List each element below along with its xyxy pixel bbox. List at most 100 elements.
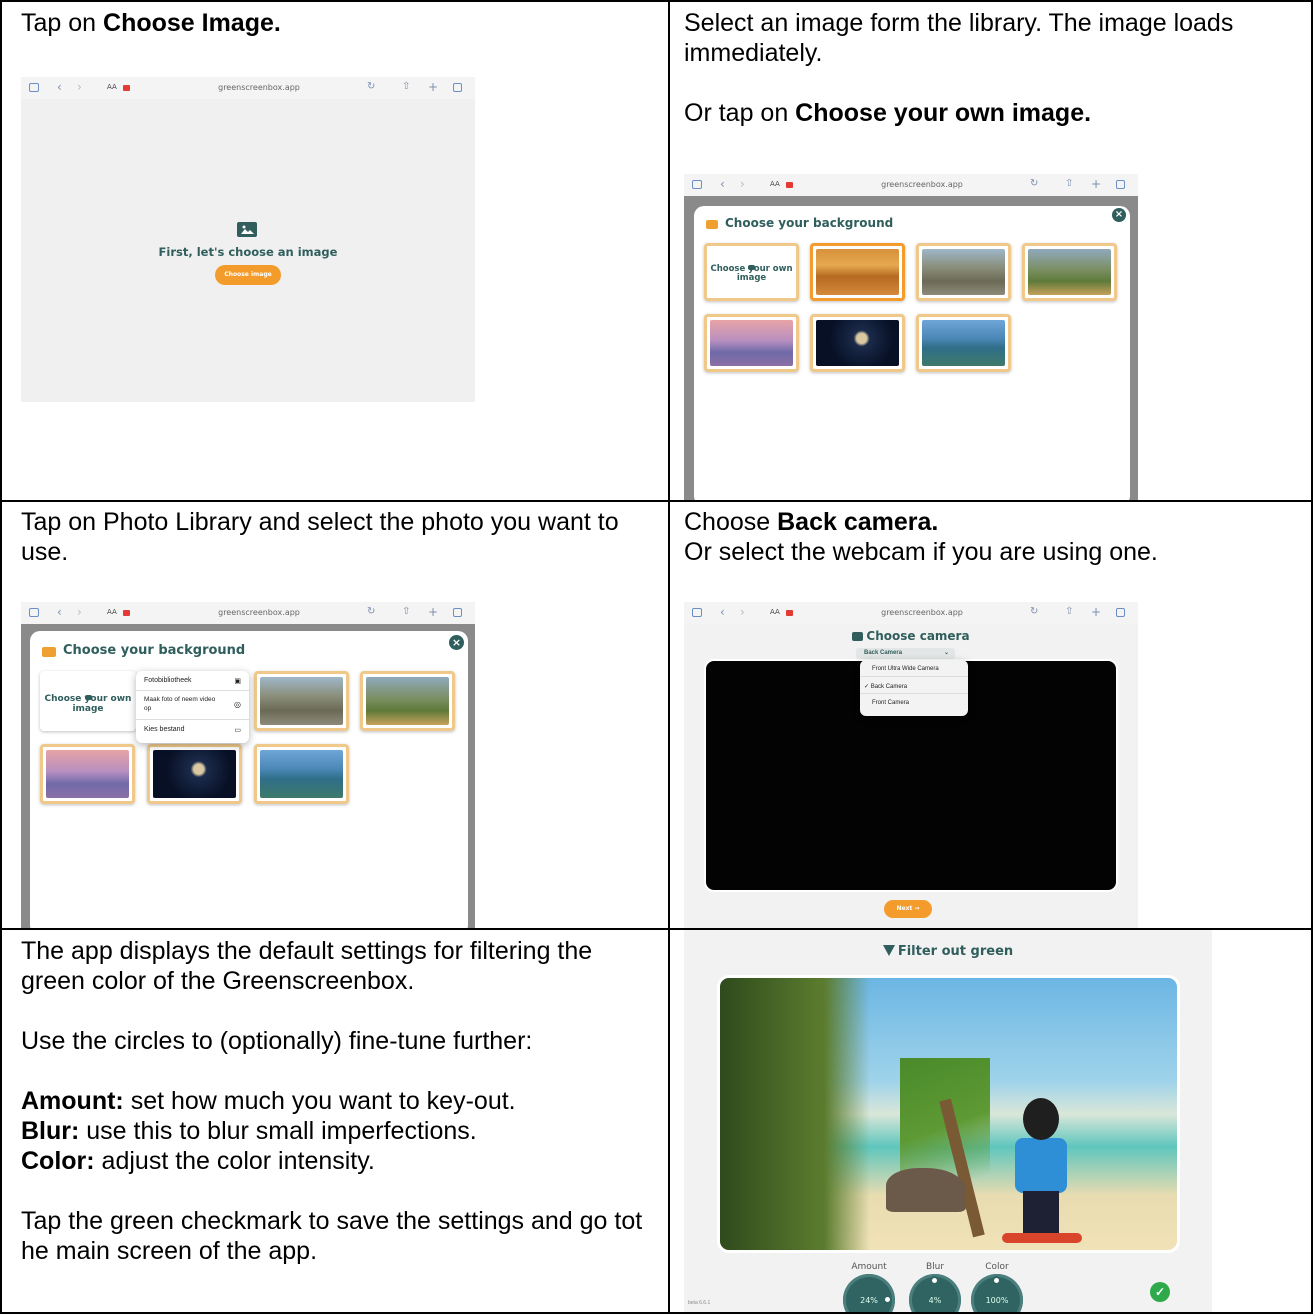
close-icon[interactable]: ×: [1112, 208, 1126, 222]
cell-2-para-2-bold: Choose your own image.: [795, 99, 1092, 127]
cell-5-text: The app displays the default settings fo…: [21, 936, 661, 1266]
color-knob[interactable]: [992, 1276, 1001, 1285]
menu-item-take-photo[interactable]: Maak foto of neem video op: [136, 695, 216, 713]
reader-icon: AA: [770, 608, 780, 616]
cell-5-para-2: Use the circles to (optionally) fine-tun…: [21, 1027, 533, 1055]
image-icon: [237, 222, 257, 237]
menu-item-label: Maak foto of neem video op: [144, 696, 216, 712]
new-tab-icon: +: [428, 605, 439, 619]
background-tile-desert[interactable]: [810, 243, 905, 301]
reload-icon: ↻: [367, 81, 376, 92]
version-label: beta 6.6.1: [688, 1300, 711, 1306]
cell-3-para-1: Tap on Photo Library and select the phot…: [21, 508, 619, 566]
url-text: greenscreenbox.app: [881, 180, 963, 189]
mountains-image: [1028, 249, 1111, 295]
back-icon: ‹: [720, 177, 725, 191]
screenshot-choose-camera: ‹ › AA greenscreenbox.app ↻ ⇧ + Choose c…: [684, 602, 1138, 928]
camera-icon: [852, 632, 864, 641]
figure-legs: [1023, 1191, 1059, 1235]
amount-dial[interactable]: 24%: [843, 1274, 895, 1312]
choose-own-image-tile[interactable]: Choose your own image: [40, 671, 136, 731]
cell-2-para-2-plain: Or tap on: [684, 99, 796, 127]
camera-options-menu: Front Ultra Wide Camera ✓ Back Camera Fr…: [860, 660, 968, 716]
village-image: [260, 677, 343, 725]
camera-option-label: Back Camera: [870, 684, 908, 690]
blur-knob[interactable]: [930, 1276, 939, 1285]
close-icon[interactable]: ×: [449, 635, 464, 650]
camera-select[interactable]: Back Camera ⌄: [856, 648, 955, 659]
filter-icon: [882, 945, 895, 956]
choose-image-button[interactable]: Choose image: [215, 265, 281, 285]
table-border-left: [0, 0, 2, 1314]
color-label: Color: [985, 1262, 1009, 1272]
village-image: [922, 249, 1005, 295]
menu-item-choose-file[interactable]: Kies bestand ▭: [136, 726, 249, 734]
rocks: [886, 1168, 966, 1212]
amount-knob[interactable]: [883, 1295, 892, 1304]
tabs-icon: [453, 608, 462, 617]
new-tab-icon: +: [428, 80, 439, 94]
background-tile-village[interactable]: [254, 671, 349, 731]
camera-title: Choose camera: [866, 629, 970, 643]
camera-select-value: Back Camera: [864, 650, 903, 656]
dialog-title: Choose your background: [63, 643, 246, 658]
tabs-icon: [1116, 608, 1125, 617]
save-checkmark-button[interactable]: ✓: [1150, 1282, 1170, 1302]
back-icon: ‹: [57, 80, 62, 94]
reload-icon: ↻: [1030, 178, 1039, 189]
background-tile-tree[interactable]: [40, 744, 135, 804]
camera-option-selected[interactable]: ✓ Back Camera: [860, 683, 968, 690]
figure-body: [1015, 1138, 1067, 1193]
screenshot-filter-green: Filter out green Amount Blur Color 24% 4…: [684, 930, 1212, 1312]
cell-1-text-plain: Tap on: [21, 9, 104, 37]
file-source-menu: Fotobibliotheek ▣ Maak foto of neem video…: [136, 671, 249, 743]
dialog-title: Choose your background: [725, 216, 894, 230]
record-icon: [123, 610, 130, 616]
reload-icon: ↻: [1030, 606, 1039, 617]
reader-icon: AA: [107, 608, 117, 616]
amount-label: Amount: [851, 1262, 887, 1272]
skateboard: [1002, 1233, 1082, 1243]
folder-icon: ▭: [234, 727, 241, 734]
browser-bar: ‹ › AA greenscreenbox.app ↻ ⇧ +: [21, 602, 475, 624]
table-divider-row1: [0, 500, 1313, 502]
back-icon: ‹: [720, 605, 725, 619]
tabs-icon: [453, 83, 462, 92]
jungle-foliage: [720, 978, 870, 1250]
background-tile-tree[interactable]: [704, 314, 799, 372]
forward-icon: ›: [740, 605, 745, 619]
tree-image: [710, 320, 793, 366]
table-border-top: [0, 0, 1313, 2]
desert-image: [816, 249, 899, 295]
sidebar-icon: [29, 83, 39, 92]
browser-bar: ‹ › AA greenscreenbox.app ↻ ⇧ +: [21, 77, 475, 99]
forward-icon: ›: [77, 605, 82, 619]
color-dial[interactable]: 100%: [971, 1274, 1023, 1312]
background-tile-bridge[interactable]: [254, 744, 349, 804]
space-image: [816, 320, 899, 366]
choose-own-image-label: Choose your own image: [44, 694, 132, 714]
share-icon: ⇧: [1065, 606, 1074, 617]
background-tile-space[interactable]: [810, 314, 905, 372]
camera-option[interactable]: Front Camera: [860, 700, 968, 706]
background-tile-mountains[interactable]: [360, 671, 455, 731]
choose-own-image-tile[interactable]: Choose your own image: [704, 243, 799, 301]
background-tile-bridge[interactable]: [916, 314, 1011, 372]
camera-icon: ◎: [234, 700, 241, 709]
blur-dial[interactable]: 4%: [909, 1274, 961, 1312]
filter-preview: [717, 975, 1180, 1253]
reader-icon: AA: [770, 180, 780, 188]
forward-icon: ›: [77, 80, 82, 94]
background-tile-mountains[interactable]: [1022, 243, 1117, 301]
camera-option[interactable]: Front Ultra Wide Camera: [860, 666, 968, 672]
blur-label: Blur: [925, 1262, 945, 1272]
amount-description: set how much you want to key-out.: [123, 1087, 516, 1115]
checkmark-icon: ✓: [864, 684, 870, 690]
background-tile-space[interactable]: [147, 744, 242, 804]
cell-5-para-4: Tap the green checkmark to save the sett…: [21, 1207, 643, 1265]
next-button[interactable]: Next →: [884, 900, 932, 918]
menu-item-photo-library[interactable]: Fotobibliotheek ▣: [136, 677, 249, 685]
chevron-down-icon: ⌄: [943, 650, 949, 656]
menu-item-label: Kies bestand: [144, 726, 185, 733]
background-tile-village[interactable]: [916, 243, 1011, 301]
